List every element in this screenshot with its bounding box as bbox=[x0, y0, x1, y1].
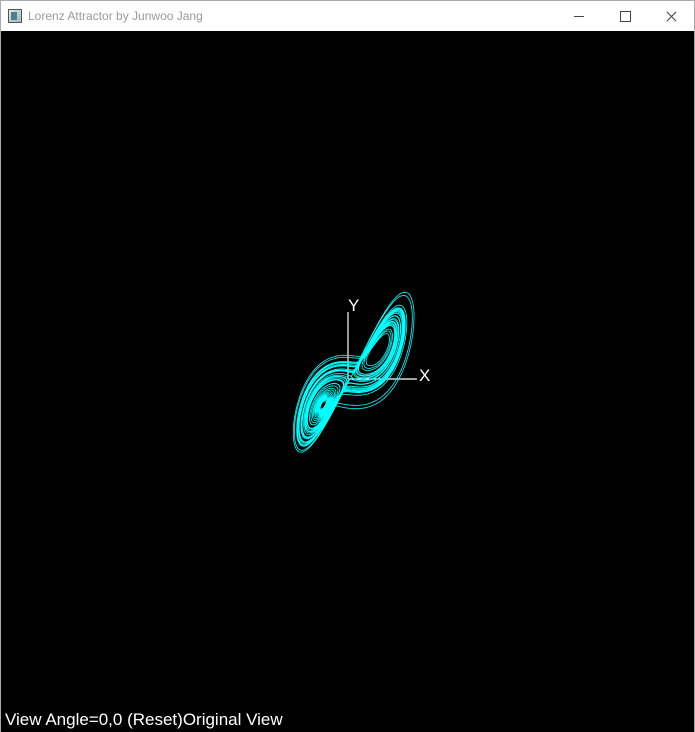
lorenz-curve bbox=[292, 291, 415, 453]
window-controls bbox=[556, 1, 694, 31]
maximize-button[interactable] bbox=[602, 1, 648, 31]
title-bar[interactable]: Lorenz Attractor by Junwoo Jang bbox=[1, 1, 694, 31]
app-window: Lorenz Attractor by Junwoo Jang Y X View… bbox=[0, 0, 695, 732]
window-title: Lorenz Attractor by Junwoo Jang bbox=[28, 9, 203, 23]
x-axis-label: X bbox=[419, 366, 431, 385]
maximize-icon bbox=[619, 10, 631, 22]
minimize-button[interactable] bbox=[556, 1, 602, 31]
minimize-icon bbox=[574, 15, 584, 17]
app-icon bbox=[8, 9, 22, 23]
attractor-canvas bbox=[292, 291, 417, 453]
lorenz-trajectory-path bbox=[292, 291, 415, 453]
close-button[interactable] bbox=[648, 1, 694, 31]
render-viewport[interactable]: Y X View Angle=0,0 (Reset)Original View bbox=[1, 31, 694, 732]
close-icon bbox=[665, 10, 677, 22]
y-axis-label: Y bbox=[348, 296, 360, 315]
status-text: View Angle=0,0 (Reset)Original View bbox=[5, 710, 283, 729]
